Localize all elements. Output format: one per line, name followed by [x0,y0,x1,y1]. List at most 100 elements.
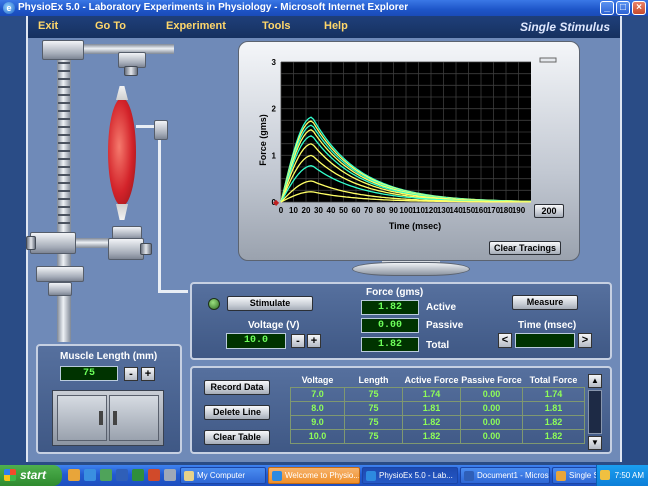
voltage-label: Voltage (V) [248,320,300,331]
task-label: My Computer [197,471,246,480]
header-passive-force: Passive Force [461,374,522,385]
x-tick-label: 30 [314,206,323,215]
cell-length: 75 [344,414,403,430]
measure-button[interactable]: Measure [512,295,578,310]
stimulate-button[interactable]: Stimulate [227,296,313,311]
storage-cabinet [52,390,164,446]
record-data-button[interactable]: Record Data [204,380,270,395]
cell-total-force: 1.74 [522,386,585,402]
delete-line-button[interactable]: Delete Line [204,405,270,420]
quicklaunch-powerpoint-icon[interactable] [148,469,160,481]
table-scrollbar-track[interactable] [588,390,602,434]
x-tick-label: 10 [289,206,298,215]
x-tick-label: 190 [512,206,526,215]
passive-force-display: 0.00 [361,318,419,333]
table-scroll-down-button[interactable]: ▼ [588,436,602,450]
cell-passive-force: 0.00 [460,400,523,416]
quicklaunch-word-icon[interactable] [116,469,128,481]
x-tick-label: 40 [327,206,336,215]
cell-voltage: 7.0 [290,386,345,402]
task-physioex-lab[interactable]: PhysioEx 5.0 - Lab... [362,467,458,484]
notification-area: 7:50 AM [596,465,648,486]
cell-voltage: 10.0 [290,428,345,444]
ie-task-icon [366,471,376,481]
clear-table-button[interactable]: Clear Table [204,430,270,445]
time-left-button[interactable]: < [498,333,512,348]
baseline-marker-icon: ◆ [273,198,280,207]
app-task-icon [556,471,566,481]
table-row[interactable]: 7.0 75 1.74 0.00 1.74 [290,386,585,402]
table-row[interactable]: 10.0 75 1.82 0.00 1.82 [290,428,585,444]
force-label: Force (gms) [366,287,424,298]
header-voltage: Voltage [301,374,334,385]
table-scroll-up-button[interactable]: ▲ [588,374,602,388]
quicklaunch-excel-icon[interactable] [132,469,144,481]
x-tick-label: 0 [279,206,284,215]
ie-task-icon [272,471,282,481]
active-force-display: 1.82 [361,300,419,315]
chart-scroll-indicator [539,57,557,63]
stimulus-indicator-light [208,298,220,310]
muscle-length-label: Muscle Length (mm) [60,351,158,362]
cell-passive-force: 0.00 [460,414,523,430]
cell-total-force: 1.82 [522,414,585,430]
time-display [515,333,575,348]
results-table: Voltage Length Active Force Passive Forc… [290,373,585,444]
task-welcome-to-physio[interactable]: Welcome to Physio... [268,467,360,484]
voltage-decrease-button[interactable]: - [291,334,305,348]
start-button[interactable]: start [0,465,62,486]
task-my-computer[interactable]: My Computer [180,467,266,484]
time-label: Time (msec) [518,320,577,331]
cell-total-force: 1.81 [522,400,585,416]
cell-voltage: 8.0 [290,400,345,416]
cell-total-force: 1.82 [522,428,585,444]
length-increase-button[interactable]: + [141,367,155,381]
x-tick-label: 60 [352,206,361,215]
cabinet-left-handle [99,411,103,425]
y-tick-label: 1 [272,151,277,160]
header-active-force: Active Force [404,374,459,385]
table-header-row: Voltage Length Active Force Passive Forc… [291,373,585,387]
length-decrease-button[interactable]: - [124,367,138,381]
tray-icon[interactable] [600,470,610,480]
chart-y-axis-label: Force (gms) [258,114,268,166]
computer-icon [184,471,194,481]
table-row[interactable]: 9.0 75 1.82 0.00 1.82 [290,414,585,430]
total-force-display: 1.82 [361,337,419,352]
quicklaunch-ie-icon[interactable] [84,469,96,481]
task-label: Document1 - Micros... [477,471,550,480]
header-length: Length [358,374,389,385]
cell-voltage: 9.0 [290,414,345,430]
active-label: Active [426,302,457,313]
cell-passive-force: 0.00 [460,386,523,402]
x-axis-end-button[interactable]: 200 [534,204,564,218]
task-label: PhysioEx 5.0 - Lab... [379,471,453,480]
clock: 7:50 AM [614,471,644,480]
cell-length: 75 [344,386,403,402]
windows-taskbar: start My Computer Welcome to Physio... P… [0,465,648,486]
x-tick-label: 50 [339,206,348,215]
cell-length: 75 [344,400,403,416]
quicklaunch-app-icon[interactable] [164,469,176,481]
x-tick-label: 90 [389,206,398,215]
quicklaunch-desktop-icon[interactable] [100,469,112,481]
total-label: Total [426,340,450,351]
x-tick-label: 70 [364,206,373,215]
task-document1[interactable]: Document1 - Micros... [460,467,550,484]
cell-active-force: 1.74 [402,386,461,402]
header-total-force: Total Force [529,374,578,385]
x-tick-label: 80 [377,206,386,215]
start-label: start [20,468,47,482]
desktop-screen: e PhysioEx 5.0 - Laboratory Experiments … [0,0,648,486]
clear-tracings-button[interactable]: Clear Tracings [489,241,561,255]
time-right-button[interactable]: > [578,333,592,348]
cabinet-right-handle [113,411,117,425]
x-tick-label: 20 [302,206,311,215]
chart-x-axis-label: Time (msec) [389,221,441,231]
cell-active-force: 1.82 [402,428,461,444]
quicklaunch-folder-icon[interactable] [68,469,80,481]
table-row[interactable]: 8.0 75 1.81 0.00 1.81 [290,400,585,416]
word-task-icon [464,471,474,481]
windows-flag-icon [4,469,16,481]
voltage-increase-button[interactable]: + [307,334,321,348]
